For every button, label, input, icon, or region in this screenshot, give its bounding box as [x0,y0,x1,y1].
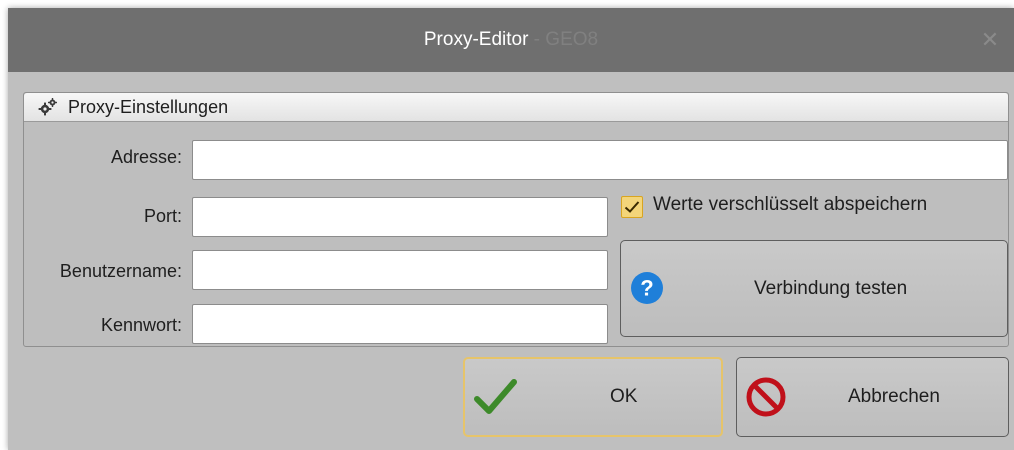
ok-label: OK [610,386,638,407]
encrypt-checkbox[interactable] [621,196,643,218]
app-name: GEO8 [545,29,599,50]
window-title: Proxy-Editor - GEO8 [8,8,1014,72]
title-bar[interactable]: Proxy-Editor - GEO8 ✕ [8,8,1014,72]
close-icon: ✕ [980,27,1000,52]
ok-button[interactable]: OK [463,357,723,437]
address-input[interactable] [192,140,1008,180]
test-connection-label: Verbindung testen [754,278,908,299]
password-input[interactable] [192,304,608,344]
close-button[interactable]: ✕ [978,28,1002,52]
cancel-button[interactable]: Abbrechen [736,357,1009,437]
checkmark-icon [624,201,640,213]
prohibited-icon [746,377,786,417]
checkmark-icon [474,379,517,414]
username-label: Benutzername: [59,261,182,281]
port-label: Port: [143,206,182,226]
address-label: Adresse: [110,147,182,167]
cancel-label: Abbrechen [848,386,940,407]
test-connection-button[interactable]: ? Verbindung testen [620,240,1008,337]
group-header: Proxy-Einstellungen [24,93,1008,122]
gears-icon [38,98,57,116]
encrypt-checkbox-label[interactable]: Werte verschlüsselt abspeichern [653,194,927,216]
port-input[interactable] [192,197,608,237]
title-separator: - [528,29,546,50]
password-label: Kennwort: [100,315,182,335]
svg-text:?: ? [640,276,653,301]
proxy-settings-group: Proxy-Einstellungen Adresse: Port: Benut… [23,92,1009,347]
question-icon: ? [631,272,663,304]
group-title: Proxy-Einstellungen [68,97,229,117]
proxy-editor-window: Proxy-Editor - GEO8 ✕ Proxy-Einstellunge… [8,8,1014,450]
window-title-text: Proxy-Editor [423,29,529,50]
username-input[interactable] [192,250,608,290]
